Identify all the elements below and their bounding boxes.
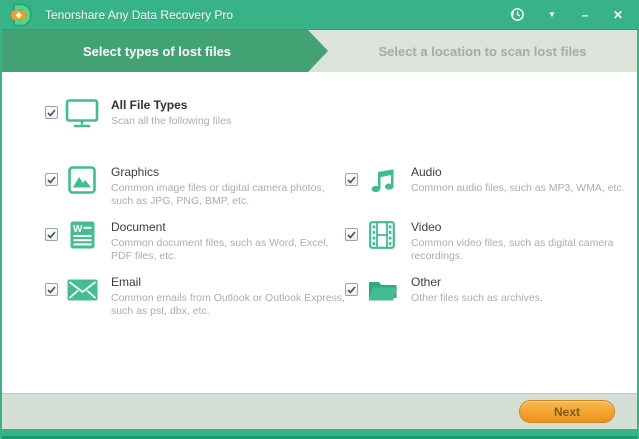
file-type-title: Document	[111, 220, 166, 234]
file-type-selection-panel: All File Types Scan all the following fi…	[2, 72, 637, 393]
file-type-graphics-row: Graphics Common image files or digital c…	[45, 165, 345, 220]
app-logo-icon	[10, 3, 32, 27]
graphics-checkbox[interactable]	[45, 173, 58, 186]
document-checkbox[interactable]	[45, 228, 58, 241]
file-type-title: Email	[111, 275, 142, 289]
file-type-email-row: Email Common emails from Outlook or Outl…	[45, 275, 345, 330]
history-restore-icon[interactable]	[509, 6, 526, 23]
close-button[interactable]: ✕	[611, 9, 625, 21]
app-window: Tenorshare Any Data Recovery Pro ▼ – ✕ S…	[0, 0, 639, 439]
file-type-description: Scan all the following files	[111, 115, 232, 127]
other-checkbox[interactable]	[345, 283, 358, 296]
audio-checkbox[interactable]	[345, 173, 358, 186]
file-type-description: Common image files or digital camera pho…	[111, 182, 325, 207]
step-select-types: Select types of lost files	[2, 30, 328, 72]
window-title: Tenorshare Any Data Recovery Pro	[45, 7, 234, 22]
file-type-document-row: W Document Common document files, such a…	[45, 220, 345, 275]
next-button[interactable]: Next	[519, 400, 615, 423]
file-type-description: Common video files, such as digital came…	[411, 237, 614, 262]
file-type-description: Common audio files, such as MP3, WMA, et…	[411, 182, 625, 194]
file-type-title: All File Types	[111, 98, 188, 112]
open-folder-icon	[365, 276, 399, 303]
titlebar: Tenorshare Any Data Recovery Pro ▼ – ✕	[2, 0, 637, 30]
footer-bar: Next	[2, 393, 637, 429]
step-select-location: Select a location to scan lost files	[328, 30, 637, 72]
file-type-grid: Graphics Common image files or digital c…	[45, 165, 637, 330]
file-type-title: Audio	[411, 165, 442, 179]
file-type-video-row: Video Common video files, such as digita…	[345, 220, 637, 275]
envelope-icon	[65, 276, 99, 301]
svg-text:W: W	[73, 224, 83, 235]
word-document-icon: W	[65, 221, 99, 249]
all-file-types-checkbox[interactable]	[45, 106, 58, 119]
titlebar-controls: ▼ – ✕	[509, 6, 625, 23]
minimize-button[interactable]: –	[578, 9, 592, 21]
file-type-title: Graphics	[111, 165, 160, 179]
menu-dropdown-icon[interactable]: ▼	[545, 10, 559, 19]
file-type-title: Video	[411, 220, 442, 234]
file-type-other-row: Other Other files such as archives.	[345, 275, 637, 330]
file-type-description: Other files such as archives.	[411, 292, 543, 304]
step-select-types-label: Select types of lost files	[82, 43, 232, 59]
file-type-title: Other	[411, 275, 442, 289]
film-strip-icon	[365, 221, 399, 249]
file-type-description: Common document files, such as Word, Exc…	[111, 237, 329, 262]
monitor-icon	[65, 99, 99, 128]
image-icon	[65, 166, 99, 194]
file-type-description: Common emails from Outlook or Outlook Ex…	[111, 292, 345, 317]
step-select-location-label: Select a location to scan lost files	[378, 43, 587, 59]
music-notes-icon	[365, 166, 399, 194]
video-checkbox[interactable]	[345, 228, 358, 241]
file-type-all-row: All File Types Scan all the following fi…	[45, 98, 637, 138]
wizard-steps: Select types of lost files Select a loca…	[2, 30, 637, 72]
window-bottom-border	[2, 429, 637, 439]
file-type-audio-row: Audio Common audio files, such as MP3, W…	[345, 165, 637, 220]
email-checkbox[interactable]	[45, 283, 58, 296]
